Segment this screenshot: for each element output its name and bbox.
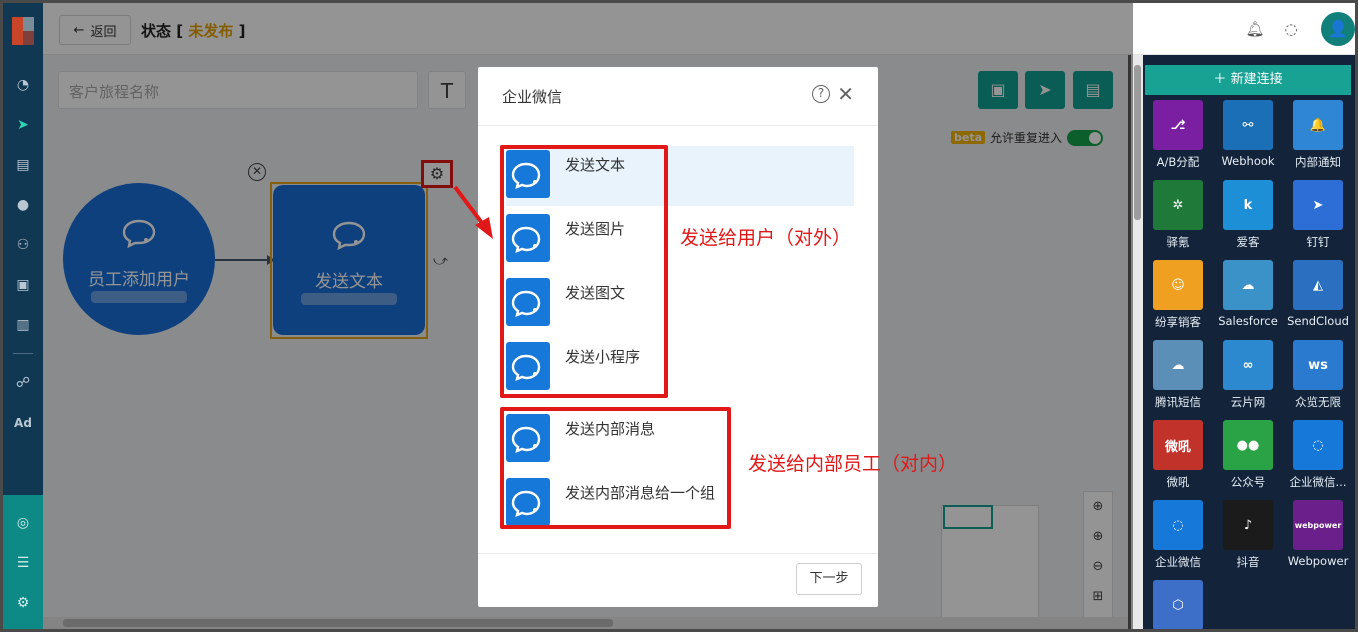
connector-label: 抖音 <box>1236 555 1260 569</box>
layout-icon[interactable]: ▤ <box>13 155 33 175</box>
rail-divider <box>13 353 33 354</box>
user-icon[interactable]: ● <box>13 195 33 215</box>
connector-tile[interactable]: ♪ 抖音 <box>1213 500 1283 570</box>
bookmark-icon[interactable]: ▣ <box>13 275 33 295</box>
connector-tile[interactable]: k 爱客 <box>1213 180 1283 250</box>
connector-icon: ⚯ <box>1223 100 1273 150</box>
connector-label: Salesforce <box>1218 314 1278 328</box>
connector-tile[interactable]: ⎇ A/B分配 <box>1143 100 1213 170</box>
help-icon[interactable]: ? <box>812 85 830 103</box>
connector-tile[interactable]: 微吼 微吼 <box>1143 420 1213 490</box>
connector-icon: ⎇ <box>1153 100 1203 150</box>
connector-tile[interactable]: ✲ 驿氪 <box>1143 180 1213 250</box>
connector-tile[interactable]: ☁ Salesforce <box>1213 260 1283 328</box>
connector-icon: webpower <box>1293 500 1343 550</box>
connector-icon: ◌ <box>1293 420 1343 470</box>
connector-tile[interactable]: ◭ SendCloud <box>1283 260 1353 328</box>
connector-tile[interactable]: ☁ 腾讯短信 <box>1143 340 1213 410</box>
settings-gear-icon[interactable]: ⚙ <box>13 593 33 613</box>
connector-label: Webhook <box>1221 154 1275 168</box>
connector-icon: ws <box>1293 340 1343 390</box>
connector-icon: 微吼 <box>1153 420 1203 470</box>
connector-tile[interactable]: ⚯ Webhook <box>1213 100 1283 168</box>
connector-label: 内部通知 <box>1295 155 1341 169</box>
new-connection-label: 新建连接 <box>1230 72 1283 87</box>
connector-label: 钉钉 <box>1306 235 1330 249</box>
channel-modal: 企业微信 ? ✕ 发送文本 发送图片 发送图文 发送小程序 发送内部消息 发送内… <box>478 67 878 607</box>
connector-tile[interactable]: ⬡ <box>1143 580 1213 629</box>
app-logo <box>12 17 34 45</box>
external-highlight-box <box>500 145 668 398</box>
connector-icon: ☁ <box>1223 260 1273 310</box>
connector-icon: ◌ <box>1153 500 1203 550</box>
connector-label: 公众号 <box>1230 475 1266 489</box>
connector-tile[interactable]: ∞ 云片网 <box>1213 340 1283 410</box>
connector-label: SendCloud <box>1287 314 1349 328</box>
rail-bottom-section: ◎ ☰ ⚙ <box>3 495 43 629</box>
connector-icon: ➤ <box>1293 180 1343 230</box>
connector-icon: ∞ <box>1223 340 1273 390</box>
connector-icon: ♪ <box>1223 500 1273 550</box>
connector-label: 爱客 <box>1236 235 1260 249</box>
internal-annotation: 发送给内部员工（对内） <box>748 453 958 475</box>
left-nav-rail: ◔ ➤ ▤ ● ⚇ ▣ ▥ ☍ Ad ◎ ☰ ⚙ <box>3 3 43 629</box>
connector-tile[interactable]: ◌ 企业微信 <box>1143 500 1213 570</box>
connector-tile[interactable]: 🔔 内部通知 <box>1283 100 1353 170</box>
connector-icon: 🔔 <box>1293 100 1343 150</box>
modal-header-divider <box>478 125 878 126</box>
server-icon[interactable]: ☰ <box>13 553 33 573</box>
connector-label: 腾讯短信 <box>1155 395 1201 409</box>
app-window: ◔ ➤ ▤ ● ⚇ ▣ ▥ ☍ Ad ◎ ☰ ⚙ ← 返回 状态 [ 未发布 ]… <box>0 0 1358 632</box>
connector-icon: ⬡ <box>1153 580 1203 629</box>
connector-icon: ●● <box>1223 420 1273 470</box>
connector-tile[interactable]: ws 众览无限 <box>1283 340 1353 410</box>
connector-label: 微吼 <box>1166 475 1190 489</box>
scrollbar-thumb[interactable] <box>1134 65 1141 220</box>
connector-icon: ☺ <box>1153 260 1203 310</box>
connector-icon: ◭ <box>1293 260 1343 310</box>
connector-icon: ☁ <box>1153 340 1203 390</box>
connector-tile[interactable]: ◌ 企业微信... <box>1283 420 1353 490</box>
connector-label: 众览无限 <box>1295 395 1341 409</box>
modal-title: 企业微信 <box>502 88 563 106</box>
bell-icon[interactable]: 🔔︎ <box>1245 19 1265 39</box>
chart-icon[interactable]: ▥ <box>13 315 33 335</box>
connector-label: 云片网 <box>1230 395 1266 409</box>
integration-icon[interactable]: ◎ <box>13 513 33 533</box>
connector-label: 驿氪 <box>1166 235 1190 249</box>
ad-icon[interactable]: Ad <box>13 413 33 433</box>
connector-tile[interactable]: webpower Webpower <box>1283 500 1353 568</box>
avatar[interactable]: 👤 <box>1321 12 1355 46</box>
connector-tile[interactable]: ➤ 钉钉 <box>1283 180 1353 250</box>
internal-highlight-box <box>500 407 731 529</box>
modal-footer-divider <box>478 553 878 554</box>
connector-icon: k <box>1223 180 1273 230</box>
connector-label: 纷享销客 <box>1155 315 1201 329</box>
connector-tile[interactable]: ●● 公众号 <box>1213 420 1283 490</box>
next-step-button[interactable]: 下一步 <box>796 563 862 595</box>
connector-label: 企业微信... <box>1289 475 1347 489</box>
message-icon[interactable]: ◌ <box>1281 19 1301 39</box>
annotation-arrow-icon <box>453 185 493 239</box>
dashboard-icon[interactable]: ◔ <box>13 75 33 95</box>
connector-tile[interactable]: ☺ 纷享销客 <box>1143 260 1213 330</box>
connector-label: Webpower <box>1287 554 1349 568</box>
external-annotation: 发送给用户（对外） <box>680 227 852 249</box>
users-icon[interactable]: ⚇ <box>13 235 33 255</box>
connector-panel: ＋ 新建连接 ⎇ A/B分配 ⚯ Webhook 🔔 内部通知 ✲ 驿氪 k 爱客 ➤ 钉钉 ☺ 纷享销客… <box>1131 55 1355 629</box>
send-icon[interactable]: ➤ <box>13 115 33 135</box>
new-connection-button[interactable]: ＋ 新建连接 <box>1145 65 1351 95</box>
close-icon[interactable]: ✕ <box>837 82 854 106</box>
connector-icon: ✲ <box>1153 180 1203 230</box>
connector-label: A/B分配 <box>1156 155 1200 169</box>
wechat-icon[interactable]: ☍ <box>13 373 33 393</box>
connector-label: 企业微信 <box>1155 555 1201 569</box>
